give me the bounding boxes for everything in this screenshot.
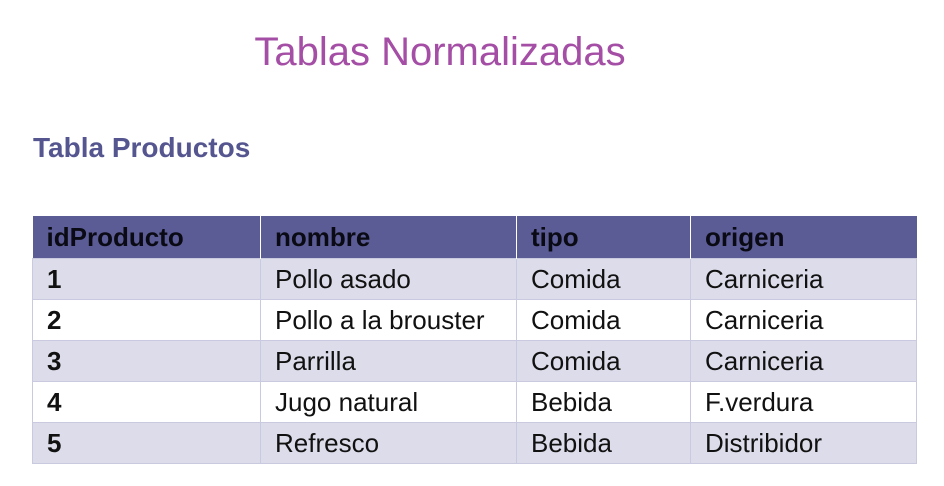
cell-tipo: Comida [516,340,691,382]
header-tipo: tipo [516,216,691,259]
cell-idproducto: 2 [32,299,261,341]
header-origen: origen [690,216,917,259]
cell-nombre: Refresco [260,422,517,464]
cell-nombre: Jugo natural [260,381,517,423]
cell-origen: Distribidor [690,422,917,464]
header-nombre: nombre [260,216,517,259]
cell-nombre: Pollo a la brouster [260,299,517,341]
table-row: 4 Jugo natural Bebida F.verdura [32,381,917,423]
cell-idproducto: 3 [32,340,261,382]
cell-nombre: Pollo asado [260,258,517,300]
cell-origen: Carniceria [690,340,917,382]
table-row: 3 Parrilla Comida Carniceria [32,340,917,382]
cell-idproducto: 4 [32,381,261,423]
cell-nombre: Parrilla [260,340,517,382]
cell-idproducto: 5 [32,422,261,464]
cell-origen: Carniceria [690,258,917,300]
table-header-row: idProducto nombre tipo origen [32,216,917,259]
cell-tipo: Bebida [516,381,691,423]
products-table: idProducto nombre tipo origen 1 Pollo as… [32,216,917,464]
cell-origen: F.verdura [690,381,917,423]
cell-idproducto: 1 [32,258,261,300]
cell-origen: Carniceria [690,299,917,341]
products-table-container: idProducto nombre tipo origen 1 Pollo as… [32,216,917,464]
cell-tipo: Comida [516,258,691,300]
table-row: 2 Pollo a la brouster Comida Carniceria [32,299,917,341]
table-row: 1 Pollo asado Comida Carniceria [32,258,917,300]
table-row: 5 Refresco Bebida Distribidor [32,422,917,464]
cell-tipo: Bebida [516,422,691,464]
header-idproducto: idProducto [32,216,261,259]
cell-tipo: Comida [516,299,691,341]
page-title: Tablas Normalizadas [254,30,626,74]
table-caption: Tabla Productos [33,132,251,163]
